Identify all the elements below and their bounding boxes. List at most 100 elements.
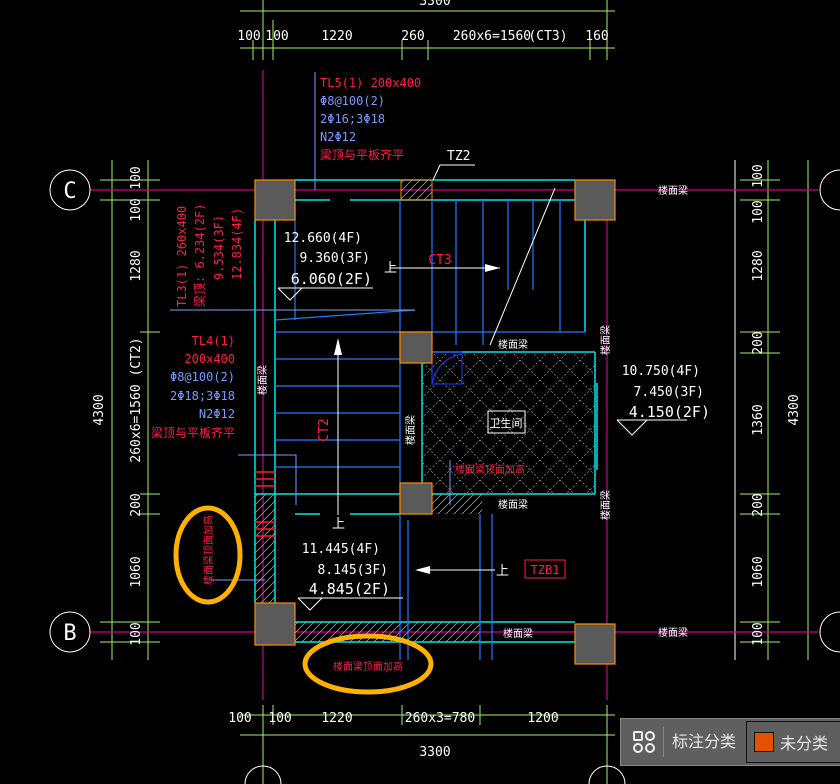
ct3-up-label: 上 — [384, 261, 397, 276]
left-dim: 100 — [129, 198, 144, 221]
right-total: 4300 — [787, 394, 802, 425]
tl3-annotation: TL3(1) 260x400 梁顶: 6.234(2F) 9.534(3F) 1… — [175, 204, 244, 307]
column-tz2 — [400, 179, 433, 201]
wall-hatch-mid — [432, 494, 482, 514]
top-dim: 260 — [401, 29, 424, 44]
right-dimensions: 100 100 1280 200 1360 200 1060 100 4300 — [751, 164, 802, 645]
elevation-4f: 11.445(4F) — [302, 542, 380, 557]
left-dim: 100 — [129, 622, 144, 645]
category-grid-icon[interactable] — [633, 731, 655, 753]
column — [254, 179, 296, 221]
right-dim: 200 — [751, 331, 766, 354]
tl5-stirrup: Φ8@100(2) — [320, 94, 385, 108]
cad-drawing[interactable]: C B 3300 100 100 1220 260 260x6=1560 (CT… — [0, 0, 840, 784]
tl3-top-4f: 12.834(4F) — [230, 208, 244, 280]
right-dim: 200 — [751, 493, 766, 516]
raise-note: 楼面梁顶面加高 — [455, 463, 525, 476]
bottom-dim: 100 — [268, 711, 291, 726]
top-dim: 1220 — [321, 29, 352, 44]
tl4-bars: 2Φ18;3Φ18 — [170, 389, 235, 403]
floor-beam-label: 楼面梁 — [503, 627, 533, 640]
elevation-2f: 6.060(2F) — [291, 270, 372, 288]
category-selector[interactable]: 未分类 — [746, 721, 840, 763]
right-dim: 100 — [751, 622, 766, 645]
raise-note: 楼面梁顶面加高 — [202, 515, 215, 585]
annotation-category-label[interactable]: 标注分类 — [663, 727, 736, 757]
left-dim: 1060 — [129, 556, 144, 587]
tzb1-arrow-head — [415, 566, 430, 574]
floor-beam-label: 楼面梁 — [658, 184, 688, 197]
bottom-total: 3300 — [419, 745, 450, 760]
tl4-stirrup: Φ8@100(2) — [170, 370, 235, 384]
floor-beam-label: 楼面梁 — [256, 365, 269, 395]
top-dim: 260x6=1560 — [453, 29, 531, 44]
elevations-right: 10.750(4F) 7.450(3F) 4.150(2F) — [622, 364, 710, 421]
tl5-bars: 2Φ16;3Φ18 — [320, 112, 385, 126]
tz2-leader — [489, 187, 556, 346]
column — [399, 482, 433, 515]
ct3-arrow-head — [485, 264, 500, 272]
left-dim: 200 — [129, 493, 144, 516]
tl4-size: 200x400 — [184, 352, 235, 366]
elevations-bottom: 11.445(4F) 8.145(3F) 4.845(2F) — [302, 542, 390, 598]
top-dim: (CT3) — [528, 29, 567, 44]
column — [574, 179, 616, 221]
right-dim: 1360 — [751, 404, 766, 435]
left-total: 4300 — [92, 394, 107, 425]
right-dim: 1280 — [751, 250, 766, 281]
bottom-dim: 100 — [228, 711, 251, 726]
top-dim: 160 — [585, 29, 608, 44]
right-dim: 100 — [751, 200, 766, 223]
ct2-label: CT2 — [317, 418, 332, 441]
floor-beam-label: 楼面梁 — [498, 498, 528, 511]
right-dim: 1060 — [751, 556, 766, 587]
tl3-top-3f: 9.534(3F) — [212, 215, 226, 280]
axis-c-label: C — [63, 179, 76, 204]
column — [574, 623, 616, 665]
raise-note: 楼面梁顶面加高 — [333, 660, 403, 673]
bottom-dim: 1220 — [321, 711, 352, 726]
tl4-annotation: TL4(1) 200x400 Φ8@100(2) 2Φ18;3Φ18 N2Φ12… — [151, 334, 235, 440]
column — [399, 331, 433, 364]
bottom-dim: 260x3=780 — [405, 711, 475, 726]
tl5-side: N2Φ12 — [320, 130, 356, 144]
floor-beam-label: 楼面梁 — [599, 325, 612, 355]
axis-b-label: B — [63, 621, 76, 646]
category-name: 未分类 — [780, 734, 829, 753]
axis-b-bubble-right — [819, 611, 840, 653]
left-dim: 1280 — [129, 250, 144, 281]
tl5-annotation: TL5(1) 200x400 Φ8@100(2) 2Φ16;3Φ18 N2Φ12… — [320, 76, 421, 162]
elevation-3f: 7.450(3F) — [634, 385, 704, 400]
tzb1-label: TZB1 — [531, 563, 560, 577]
tl5-note: 梁顶与平板齐平 — [320, 147, 404, 162]
tz2-label: TZ2 — [447, 149, 470, 164]
ct3-label: CT3 — [428, 253, 451, 268]
left-dimensions: 100 100 1280 260x6=1560 (CT2) 200 1060 1… — [92, 166, 144, 645]
top-dim: 100 — [237, 29, 260, 44]
room-label: 卫生间 — [490, 416, 523, 430]
column — [254, 602, 296, 646]
ct2-up-label: 上 — [332, 517, 345, 532]
elevation-3f: 9.360(3F) — [300, 251, 370, 266]
top-dim: 100 — [265, 29, 288, 44]
elevation-2f: 4.845(2F) — [309, 580, 390, 598]
wall-hatch-left — [255, 494, 275, 604]
tl5-name: TL5(1) 200x400 — [320, 76, 421, 90]
tzb1-up-label: 上 — [496, 564, 509, 579]
floor-beam-label: 楼面梁 — [404, 415, 417, 445]
tl3-name: TL3(1) 260x400 — [175, 206, 189, 307]
tl4-note: 梁顶与平板齐平 — [151, 425, 235, 440]
elevations-top: 12.660(4F) 9.360(3F) 6.060(2F) — [284, 231, 372, 288]
floor-beam-label: 楼面梁 — [498, 338, 528, 351]
left-dim: 100 — [129, 166, 144, 189]
axis-c-bubble-right — [819, 169, 840, 211]
tl4-name: TL4(1) — [192, 334, 235, 348]
top-total: 3300 — [419, 0, 450, 9]
elevation-4f: 10.750(4F) — [622, 364, 700, 379]
floor-beam-label: 楼面梁 — [599, 490, 612, 520]
annotation-category-panel: 标注分类 未分类 — [620, 718, 840, 766]
elevation-4f: 12.660(4F) — [284, 231, 362, 246]
elevation-2f: 4.150(2F) — [629, 403, 710, 421]
tl4-side: N2Φ12 — [199, 407, 235, 421]
top-dimensions: 3300 100 100 1220 260 260x6=1560 (CT3) 1… — [237, 0, 608, 44]
